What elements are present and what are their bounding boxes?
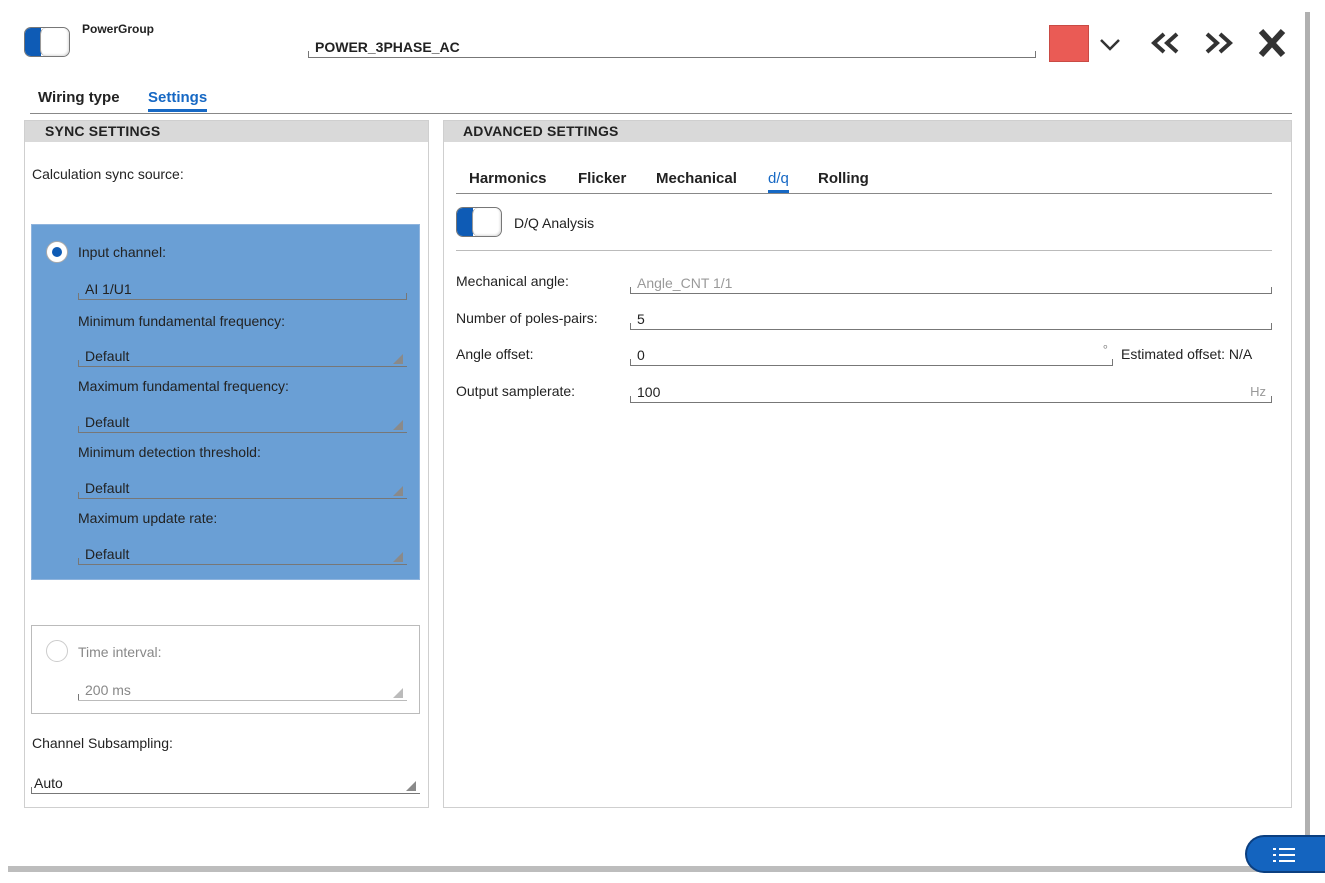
samplerate-field[interactable]: 100 Hz bbox=[630, 379, 1272, 403]
poles-value: 5 bbox=[637, 311, 645, 327]
tab-wiring-type[interactable]: Wiring type bbox=[38, 89, 120, 106]
max-freq-select[interactable]: Default bbox=[78, 410, 407, 433]
min-freq-select[interactable]: Default bbox=[78, 344, 407, 367]
next-group-icon[interactable] bbox=[1202, 30, 1236, 56]
dq-divider bbox=[456, 250, 1272, 251]
tab-dq-label: d/q bbox=[768, 170, 789, 187]
samplerate-value: 100 bbox=[637, 384, 661, 400]
advanced-settings-header: ADVANCED SETTINGS bbox=[444, 121, 1291, 142]
samplerate-label: Output samplerate: bbox=[456, 383, 576, 399]
vertical-scrollbar[interactable] bbox=[1305, 12, 1310, 870]
dropdown-corner-icon bbox=[393, 420, 403, 430]
tab-settings[interactable]: Settings bbox=[148, 89, 208, 112]
time-interval-value: 200 ms bbox=[85, 682, 131, 698]
input-channel-label: Input channel: bbox=[78, 244, 166, 260]
max-rate-value: Default bbox=[85, 546, 130, 562]
tab-mechanical[interactable]: Mechanical bbox=[656, 170, 737, 187]
time-interval-label: Time interval: bbox=[78, 644, 162, 660]
advanced-tabs-divider bbox=[456, 193, 1272, 194]
tab-settings-label: Settings bbox=[148, 89, 208, 106]
tab-flicker[interactable]: Flicker bbox=[578, 170, 626, 187]
angle-offset-unit: ° bbox=[1102, 342, 1108, 357]
mech-angle-label: Mechanical angle: bbox=[456, 273, 569, 289]
dropdown-corner-icon bbox=[406, 781, 416, 791]
toggle-fill bbox=[457, 208, 473, 236]
max-rate-label: Maximum update rate: bbox=[78, 510, 218, 526]
sync-settings-title: SYNC SETTINGS bbox=[45, 123, 161, 139]
tab-rolling[interactable]: Rolling bbox=[818, 170, 869, 187]
min-thresh-select[interactable]: Default bbox=[78, 476, 407, 499]
horizontal-scrollbar[interactable] bbox=[8, 866, 1308, 872]
chevron-down-icon[interactable] bbox=[1098, 34, 1122, 54]
angle-offset-value: 0 bbox=[637, 347, 645, 363]
close-icon[interactable] bbox=[1258, 28, 1286, 58]
mech-angle-value: Angle_CNT 1/1 bbox=[637, 275, 733, 291]
dropdown-corner-icon bbox=[393, 552, 403, 562]
max-freq-value: Default bbox=[85, 414, 130, 430]
previous-group-icon[interactable] bbox=[1148, 30, 1182, 56]
min-thresh-value: Default bbox=[85, 480, 130, 496]
subsampling-select[interactable]: Auto bbox=[31, 770, 420, 794]
min-thresh-label: Minimum detection threshold: bbox=[78, 444, 261, 460]
dropdown-corner-icon bbox=[393, 354, 403, 364]
menu-list-button[interactable] bbox=[1245, 835, 1325, 873]
poles-field[interactable]: 5 bbox=[630, 306, 1272, 330]
dq-analysis-label: D/Q Analysis bbox=[514, 215, 595, 231]
tab-dq[interactable]: d/q bbox=[768, 170, 789, 193]
subsampling-value: Auto bbox=[34, 775, 63, 791]
input-channel-value: AI 1/U1 bbox=[85, 281, 132, 297]
dq-analysis-toggle[interactable] bbox=[456, 207, 502, 237]
toggle-fill bbox=[25, 28, 41, 56]
tab-harmonics[interactable]: Harmonics bbox=[469, 170, 547, 187]
time-interval-radio[interactable] bbox=[46, 640, 68, 662]
mech-angle-field[interactable]: Angle_CNT 1/1 bbox=[630, 270, 1272, 294]
angle-offset-label: Angle offset: bbox=[456, 346, 534, 362]
min-freq-value: Default bbox=[85, 348, 130, 364]
group-color-swatch[interactable] bbox=[1049, 25, 1089, 62]
sync-settings-header: SYNC SETTINGS bbox=[25, 121, 428, 142]
group-name-value: POWER_3PHASE_AC bbox=[315, 39, 460, 55]
poles-label: Number of poles-pairs: bbox=[456, 310, 598, 326]
toggle-knob bbox=[472, 208, 501, 236]
toggle-knob bbox=[40, 28, 69, 56]
tabs-divider bbox=[30, 113, 1292, 114]
time-interval-field[interactable]: 200 ms bbox=[78, 678, 407, 701]
group-enable-toggle[interactable] bbox=[24, 27, 70, 57]
group-type-label: PowerGroup bbox=[82, 22, 155, 36]
max-rate-select[interactable]: Default bbox=[78, 542, 407, 565]
min-freq-label: Minimum fundamental frequency: bbox=[78, 313, 285, 329]
advanced-settings-title: ADVANCED SETTINGS bbox=[463, 123, 619, 139]
estimated-offset: Estimated offset: N/A bbox=[1121, 346, 1253, 362]
group-name-field[interactable]: POWER_3PHASE_AC bbox=[308, 34, 1036, 58]
sync-source-label: Calculation sync source: bbox=[32, 166, 184, 182]
dropdown-corner-icon bbox=[393, 688, 403, 698]
max-freq-label: Maximum fundamental frequency: bbox=[78, 378, 289, 394]
list-icon bbox=[1273, 848, 1295, 862]
subsampling-label: Channel Subsampling: bbox=[32, 735, 173, 751]
tab-active-underline bbox=[148, 109, 208, 112]
samplerate-unit: Hz bbox=[1250, 384, 1266, 399]
angle-offset-field[interactable]: 0 ° bbox=[630, 342, 1113, 366]
input-channel-radio[interactable] bbox=[46, 241, 68, 263]
input-channel-field[interactable]: AI 1/U1 bbox=[78, 278, 407, 300]
dropdown-corner-icon bbox=[393, 486, 403, 496]
